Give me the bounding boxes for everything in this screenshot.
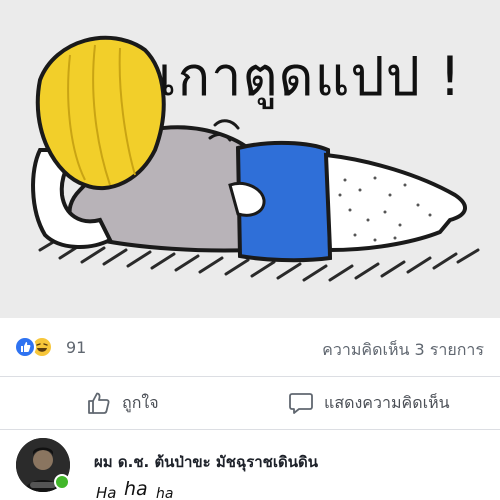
comments-count[interactable]: ความคิดเห็น 3 รายการ [322, 338, 484, 363]
online-status-indicator [54, 474, 70, 490]
thumbs-up-icon [88, 392, 110, 414]
like-button-label: ถูกใจ [122, 392, 159, 412]
reaction-count[interactable]: 91 [66, 338, 86, 357]
commenter-name[interactable]: ผม ด.ช. ต้นป่าขะ มัชฉุราชเดินดิน [94, 450, 318, 474]
action-bar: ถูกใจ แสดงความคิดเห็น [0, 377, 500, 430]
comment-item: ผม ด.ช. ต้นป่าขะ มัชฉุราชเดินดิน Ha ha h… [0, 430, 500, 500]
reactions-bar: 91 ความคิดเห็น 3 รายการ [0, 318, 500, 377]
comment-button[interactable]: แสดงความคิดเห็น [288, 377, 450, 429]
sticker-word: ha [124, 478, 148, 500]
post-image[interactable]: เกาตูดแปป ! [0, 0, 500, 318]
sticker-word: ha [156, 486, 174, 500]
comment-sticker[interactable]: Ha ha ha [96, 474, 186, 500]
comment-bubble-icon [289, 393, 313, 414]
like-button[interactable]: ถูกใจ [86, 377, 159, 429]
sticker-caption: เกาตูดแปป ! [158, 45, 462, 108]
like-icon [14, 336, 36, 358]
facebook-post: เกาตูดแปป ! 91 ความคิดเห็น 3 รายการ ถูกใ… [0, 0, 500, 500]
comment-button-label: แสดงความคิดเห็น [324, 392, 450, 412]
sticker-word: Ha [96, 484, 117, 500]
